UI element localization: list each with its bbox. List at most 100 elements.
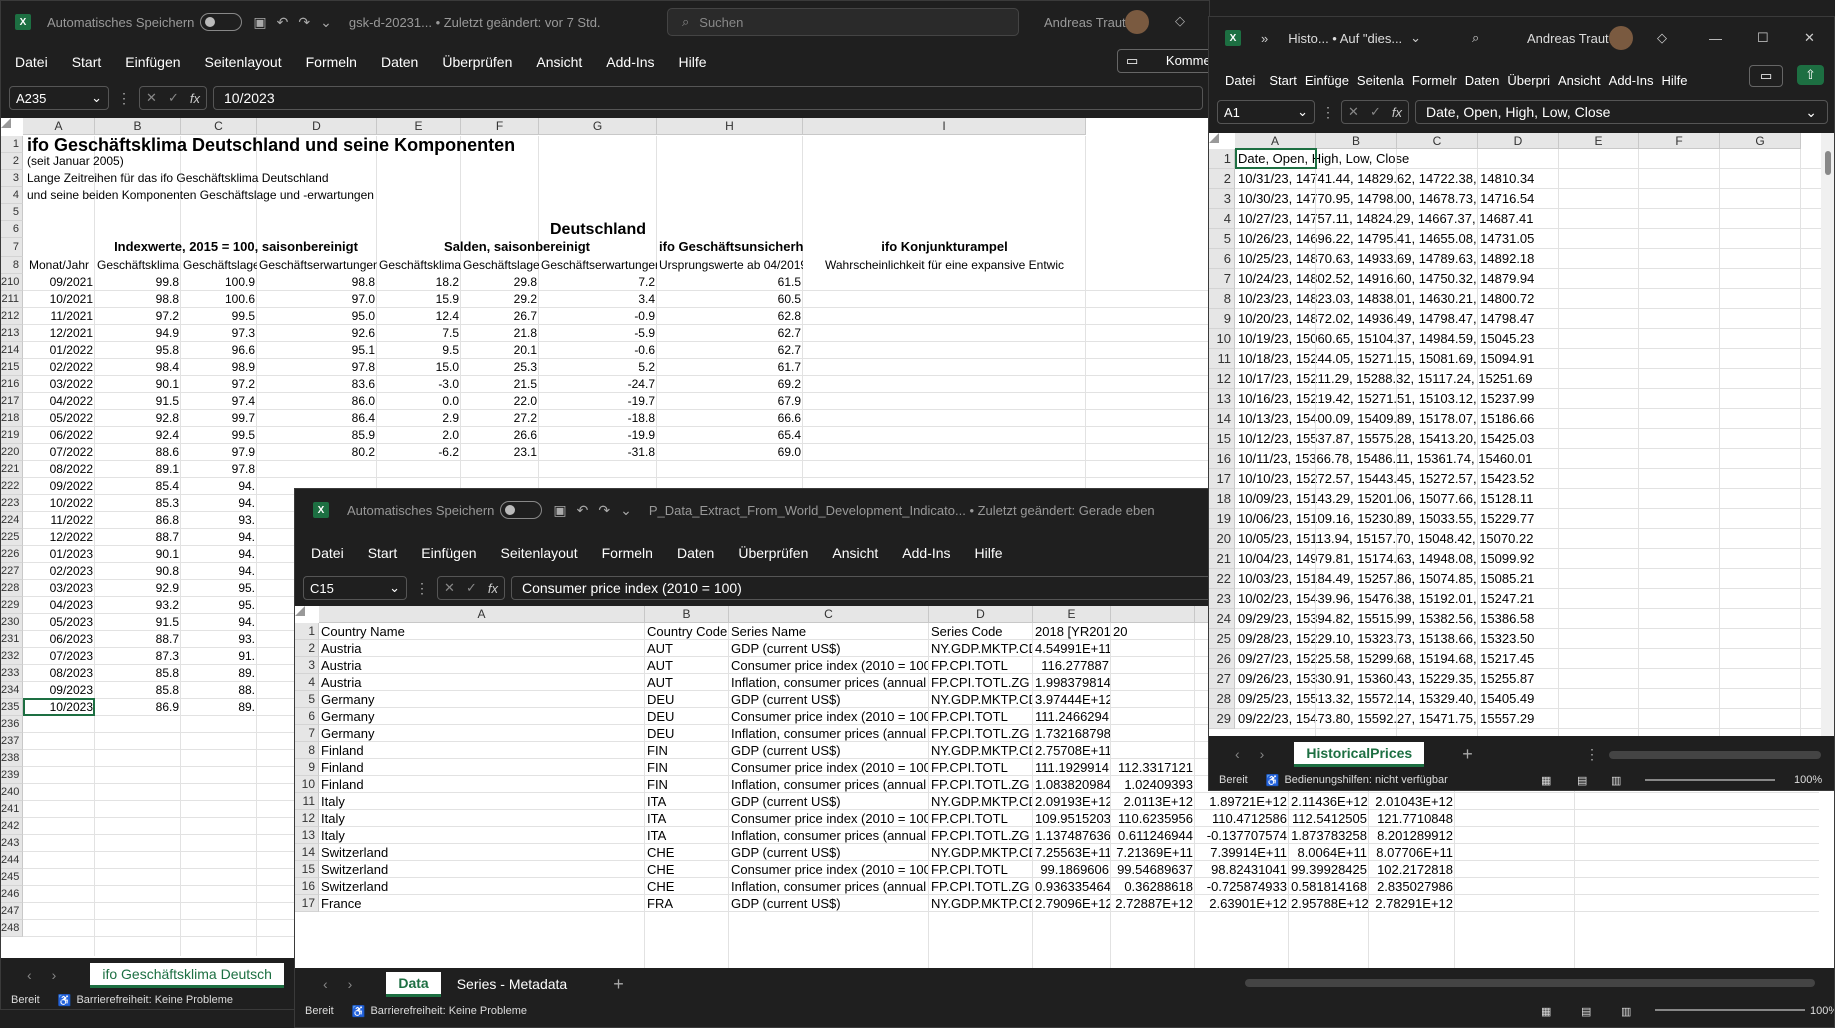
- cell[interactable]: GDP (current US$): [729, 742, 929, 759]
- row-header[interactable]: 231: [1, 631, 23, 648]
- cell[interactable]: 97.4: [181, 393, 257, 410]
- cell[interactable]: 03/2022: [23, 376, 95, 393]
- row-header[interactable]: 212: [1, 308, 23, 325]
- cell[interactable]: 97.3: [181, 325, 257, 342]
- row-header[interactable]: 22: [1209, 569, 1235, 589]
- cell[interactable]: Inflation, consumer prices (annual %): [729, 776, 929, 793]
- accessibility-status[interactable]: Bedienungshilfen: nicht verfügbar: [1284, 774, 1447, 786]
- menu-hilfe[interactable]: Hilfe: [1661, 73, 1687, 88]
- cell[interactable]: ITA: [645, 793, 729, 810]
- cell[interactable]: 11/2022: [23, 512, 95, 529]
- cell[interactable]: 01/2023: [23, 546, 95, 563]
- cell[interactable]: Series Code: [929, 623, 1033, 640]
- row-header[interactable]: 1: [295, 623, 319, 640]
- cell[interactable]: FP.CPI.TOTL: [929, 861, 1033, 878]
- column-header[interactable]: E: [377, 118, 461, 135]
- cell[interactable]: 7.39914E+11: [1195, 844, 1289, 861]
- cell[interactable]: 99.54689637: [1111, 861, 1195, 878]
- cell[interactable]: Country Code: [645, 623, 729, 640]
- row-header[interactable]: 230: [1, 614, 23, 631]
- row-header[interactable]: 7: [1, 238, 23, 257]
- cell[interactable]: 1.02409393: [1111, 776, 1195, 793]
- cell[interactable]: 93.: [181, 631, 257, 648]
- cell[interactable]: 7.25563E+11: [1033, 844, 1111, 861]
- cell[interactable]: 10/23/23, 14823.03, 14838.01, 14630.21, …: [1236, 289, 1796, 309]
- cell[interactable]: 09/28/23, 15229.10, 15323.73, 15138.66, …: [1236, 629, 1796, 649]
- row-header[interactable]: 20: [1209, 529, 1235, 549]
- cell[interactable]: FP.CPI.TOTL: [929, 759, 1033, 776]
- cell[interactable]: Finland: [319, 759, 645, 776]
- cell[interactable]: 10/16/23, 15219.42, 15271.51, 15103.12, …: [1236, 389, 1796, 409]
- cell[interactable]: GDP (current US$): [729, 691, 929, 708]
- row-header[interactable]: 26: [1209, 649, 1235, 669]
- cell[interactable]: -3.0: [377, 376, 461, 393]
- cell[interactable]: 99.5: [181, 308, 257, 325]
- column-header[interactable]: F: [1639, 133, 1720, 149]
- cell[interactable]: 2.9: [377, 410, 461, 427]
- comments-button[interactable]: ▭ Kommentar: [1117, 49, 1209, 73]
- cell[interactable]: 61.5: [657, 274, 803, 291]
- menu-addins[interactable]: Add-Ins: [902, 545, 950, 561]
- cell[interactable]: 23.1: [461, 444, 539, 461]
- cell[interactable]: 29.2: [461, 291, 539, 308]
- cell[interactable]: 10/24/23, 14802.52, 14916.60, 14750.32, …: [1236, 269, 1796, 289]
- next-sheet-icon[interactable]: ›: [348, 976, 353, 992]
- cell[interactable]: Italy: [319, 827, 645, 844]
- file-title[interactable]: gsk-d-20231... • Zuletzt geändert: vor 7…: [349, 15, 601, 30]
- cell[interactable]: 112.3317121: [1111, 759, 1195, 776]
- cell[interactable]: 15.0: [377, 359, 461, 376]
- cell[interactable]: 121.7710848: [1369, 810, 1455, 827]
- prev-sheet-icon[interactable]: ‹: [323, 976, 328, 992]
- add-sheet-icon[interactable]: +: [1462, 744, 1473, 765]
- cell[interactable]: 83.6: [257, 376, 377, 393]
- diamond-icon[interactable]: ◇: [1175, 13, 1185, 29]
- name-box[interactable]: A235 ⌄: [9, 86, 109, 110]
- menu-formeln[interactable]: Formeln: [602, 545, 653, 561]
- cell[interactable]: 89.1: [95, 461, 181, 478]
- row-header[interactable]: 11: [1209, 349, 1235, 369]
- row-header[interactable]: 215: [1, 359, 23, 376]
- cell[interactable]: 90.1: [95, 546, 181, 563]
- cell[interactable]: 8.0064E+11: [1289, 844, 1369, 861]
- menu-formeln[interactable]: Formelr: [1412, 73, 1457, 88]
- maximize-icon[interactable]: ☐: [1757, 30, 1769, 46]
- cell[interactable]: Consumer price index (2010 = 100): [729, 861, 929, 878]
- cell[interactable]: 22.0: [461, 393, 539, 410]
- cell[interactable]: AUT: [645, 657, 729, 674]
- prev-sheet-icon[interactable]: ‹: [1235, 746, 1240, 762]
- menu-addins[interactable]: Add-Ins: [606, 54, 654, 70]
- cell[interactable]: 10/09/23, 15143.29, 15201.06, 15077.66, …: [1236, 489, 1796, 509]
- cell[interactable]: 2.79096E+12: [1033, 895, 1111, 912]
- spreadsheet-grid[interactable]: A B C D E F G 1 Date, Open, High, Low, Close 2 10/…: [1209, 133, 1821, 736]
- tab-series-metadata[interactable]: Series - Metadata: [445, 973, 580, 995]
- cell[interactable]: 03/2023: [23, 580, 95, 597]
- menu-daten[interactable]: Daten: [381, 54, 418, 70]
- avatar[interactable]: [1609, 26, 1633, 50]
- horizontal-scrollbar[interactable]: [1609, 751, 1821, 759]
- row-header[interactable]: 243: [1, 835, 23, 852]
- menu-start[interactable]: Start: [368, 545, 398, 561]
- autosave-toggle[interactable]: [500, 501, 543, 519]
- cell[interactable]: 10/19/23, 15060.65, 15104.37, 14984.59, …: [1236, 329, 1796, 349]
- cell[interactable]: NY.GDP.MKTP.CD: [929, 895, 1033, 912]
- comments-button[interactable]: ▭: [1749, 65, 1784, 87]
- cell[interactable]: 92.6: [257, 325, 377, 342]
- row-header[interactable]: 214: [1, 342, 23, 359]
- cell[interactable]: 09/25/23, 15513.32, 15572.14, 15329.40, …: [1236, 689, 1796, 709]
- cell[interactable]: 99.39928425: [1289, 861, 1369, 878]
- row-header[interactable]: 13: [295, 827, 319, 844]
- cell[interactable]: Austria: [319, 640, 645, 657]
- cell[interactable]: 10/02/23, 15439.96, 15476.38, 15192.01, …: [1236, 589, 1796, 609]
- row-header[interactable]: 29: [1209, 709, 1235, 729]
- menu-daten[interactable]: Daten: [677, 545, 714, 561]
- row-header[interactable]: 232: [1, 648, 23, 665]
- menu-seitenlayout[interactable]: Seitenla: [1357, 73, 1404, 88]
- row-header[interactable]: 9: [1209, 309, 1235, 329]
- cell[interactable]: 05/2022: [23, 410, 95, 427]
- cell[interactable]: 10/03/23, 15184.49, 15257.86, 15074.85, …: [1236, 569, 1796, 589]
- cell[interactable]: 95.8: [95, 342, 181, 359]
- column-header[interactable]: D: [929, 606, 1033, 623]
- more-icon[interactable]: ⋮: [1321, 104, 1335, 121]
- cell[interactable]: 89.: [181, 699, 257, 716]
- cell[interactable]: 80.2: [257, 444, 377, 461]
